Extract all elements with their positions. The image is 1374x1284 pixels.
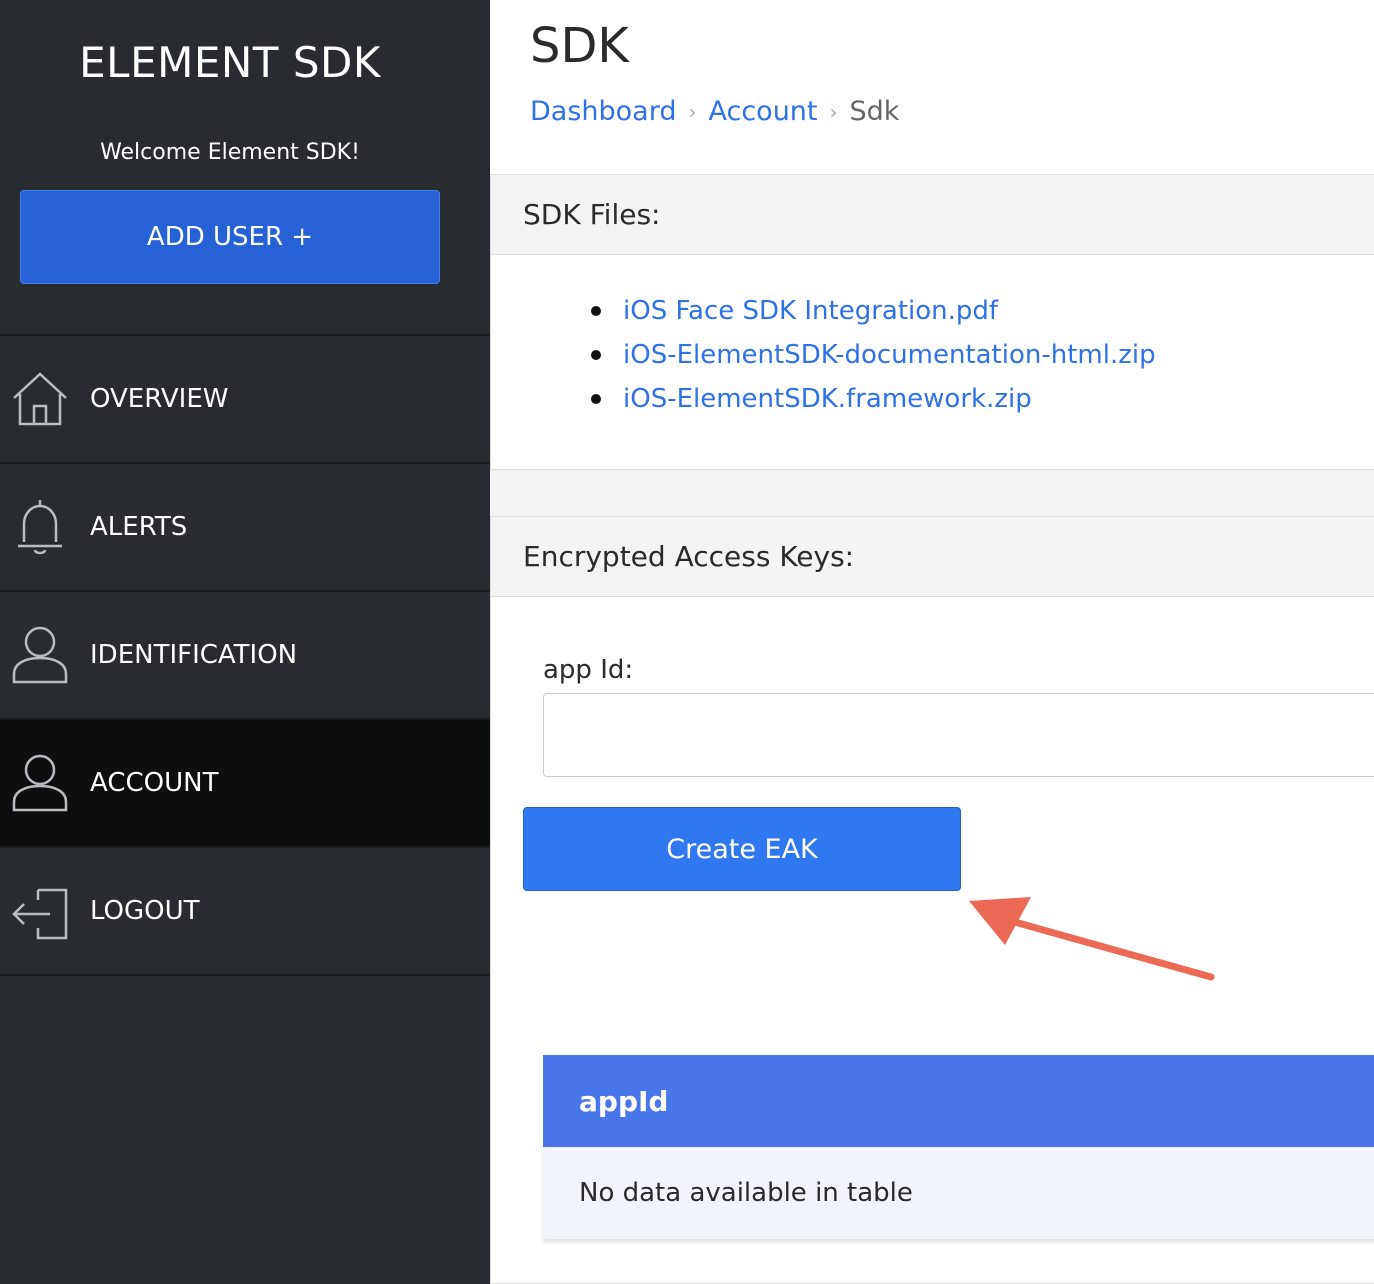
- list-item: iOS-ElementSDK.framework.zip: [591, 377, 1156, 421]
- breadcrumb-current: Sdk: [849, 96, 900, 127]
- sidebar-item-label: ACCOUNT: [90, 768, 219, 798]
- card-title: Encrypted Access Keys:: [491, 517, 1374, 597]
- welcome-text: Welcome Element SDK!: [100, 140, 360, 165]
- breadcrumb-account[interactable]: Account: [708, 96, 817, 127]
- bell-icon: [18, 500, 62, 555]
- list-item: iOS-ElementSDK-documentation-html.zip: [591, 333, 1156, 377]
- breadcrumb-separator: ›: [688, 99, 697, 124]
- table-empty-row: No data available in table: [543, 1147, 1374, 1239]
- main-content: SDK Dashboard › Account › Sdk SDK Files:…: [490, 0, 1374, 1284]
- file-link[interactable]: iOS-ElementSDK-documentation-html.zip: [623, 340, 1156, 370]
- encrypted-access-keys-card: Encrypted Access Keys: app Id: Create EA…: [490, 516, 1374, 1284]
- sidebar-item-logout[interactable]: LOGOUT: [0, 848, 490, 976]
- sidebar-item-alerts[interactable]: ALERTS: [0, 464, 490, 592]
- sidebar-item-label: IDENTIFICATION: [90, 640, 298, 670]
- page-title: SDK: [530, 18, 629, 74]
- user-icon: [12, 754, 68, 812]
- card-title: SDK Files:: [491, 175, 1374, 255]
- add-user-button[interactable]: ADD USER +: [20, 190, 440, 284]
- annotation-arrow-icon: [969, 897, 1215, 981]
- file-list: iOS Face SDK Integration.pdf iOS-Element…: [591, 289, 1156, 421]
- list-item: iOS Face SDK Integration.pdf: [591, 289, 1156, 333]
- bullet-icon: [591, 394, 601, 404]
- breadcrumb-dashboard[interactable]: Dashboard: [530, 96, 676, 127]
- breadcrumb: Dashboard › Account › Sdk: [530, 96, 899, 127]
- sidebar-nav: OVERVIEW ALERTS IDENTIFICATION ACCOUNT L…: [0, 334, 490, 976]
- sidebar-item-identification[interactable]: IDENTIFICATION: [0, 592, 490, 720]
- sidebar-item-account[interactable]: ACCOUNT: [0, 720, 490, 848]
- brand-title: ELEMENT SDK: [79, 38, 381, 87]
- sdk-files-card: SDK Files: iOS Face SDK Integration.pdf …: [490, 174, 1374, 470]
- app-id-label: app Id:: [543, 655, 634, 685]
- create-eak-button[interactable]: Create EAK: [523, 807, 961, 891]
- bullet-icon: [591, 350, 601, 360]
- logout-icon: [12, 888, 68, 940]
- app-id-input[interactable]: [543, 693, 1374, 777]
- file-link[interactable]: iOS-ElementSDK.framework.zip: [623, 384, 1032, 414]
- sidebar-item-label: ALERTS: [90, 512, 188, 542]
- sidebar-item-label: OVERVIEW: [90, 384, 229, 414]
- file-link[interactable]: iOS Face SDK Integration.pdf: [623, 296, 998, 326]
- breadcrumb-separator: ›: [829, 99, 838, 124]
- sidebar-item-label: LOGOUT: [90, 896, 200, 926]
- sidebar-item-overview[interactable]: OVERVIEW: [0, 336, 490, 464]
- sidebar: ELEMENT SDK Welcome Element SDK! ADD USE…: [0, 0, 490, 1284]
- bullet-icon: [591, 306, 601, 316]
- home-icon: [13, 372, 67, 426]
- user-icon: [12, 626, 68, 684]
- page-header: SDK Dashboard › Account › Sdk: [490, 0, 1374, 176]
- table-header-appid[interactable]: appId: [543, 1055, 1374, 1147]
- eak-table: appId No data available in table: [543, 1055, 1374, 1239]
